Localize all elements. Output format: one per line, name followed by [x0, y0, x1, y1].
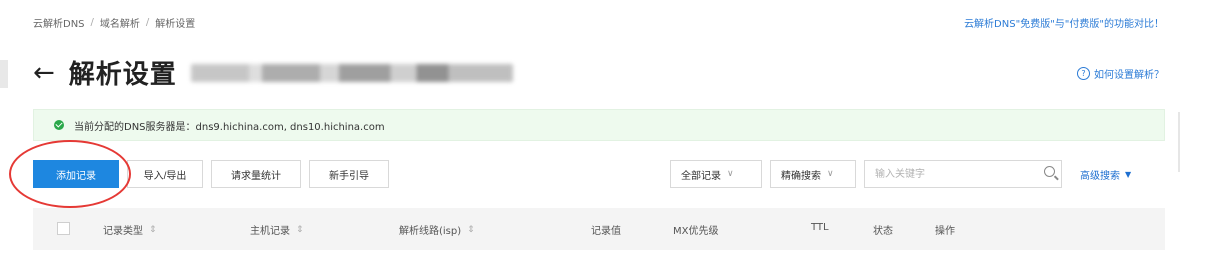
column-mx-priority: MX优先级 — [673, 226, 719, 237]
sort-icon[interactable]: ⇕ — [296, 225, 304, 235]
toolbar: 添加记录 导入/导出 请求量统计 新手引导 全部记录 ∨ 精确搜索 ∨ 高级搜索… — [33, 160, 1180, 190]
column-label: 记录类型 — [103, 226, 143, 237]
breadcrumb-separator: / — [90, 17, 94, 28]
column-status: 状态 — [873, 226, 893, 237]
search-icon[interactable] — [1044, 166, 1055, 177]
advanced-search-label: 高级搜索 — [1080, 171, 1120, 182]
column-label: 解析线路(isp) — [399, 226, 462, 237]
select-all-checkbox[interactable] — [57, 222, 70, 235]
column-actions: 操作 — [935, 226, 955, 237]
breadcrumb-item-current: 解析设置 — [155, 19, 196, 30]
check-circle-icon — [54, 120, 64, 130]
caret-down-icon: ▼ — [1125, 170, 1132, 179]
dropdown-chevron-icon: ∨ — [827, 169, 834, 179]
breadcrumb-item-domain[interactable]: 域名解析 — [100, 15, 140, 30]
search-mode-select[interactable]: 精确搜索 ∨ — [770, 160, 856, 188]
guide-button[interactable]: 新手引导 — [309, 160, 389, 188]
request-stats-button[interactable]: 请求量统计 — [211, 160, 301, 188]
import-export-button[interactable]: 导入/导出 — [127, 160, 203, 188]
domain-name-redacted — [190, 63, 513, 82]
column-record-type[interactable]: 记录类型 ⇕ — [103, 222, 157, 238]
record-filter-value: 全部记录 — [681, 170, 721, 182]
dns-server-text: 当前分配的DNS服务器是：dns9.hichina.com, dns10.hic… — [74, 121, 385, 133]
records-table-header: 记录类型 ⇕ 主机记录 ⇕ 解析线路(isp) ⇕ 记录值 MX优先级 TTL … — [33, 208, 1165, 250]
back-arrow-icon[interactable]: ← — [33, 60, 55, 86]
page-edge-tab — [0, 60, 8, 88]
add-record-button[interactable]: 添加记录 — [33, 160, 119, 188]
help-link[interactable]: ? 如何设置解析？ — [1077, 66, 1164, 81]
dns-server-notice: 当前分配的DNS服务器是：dns9.hichina.com, dns10.hic… — [33, 109, 1165, 141]
page-header: ← 解析设置 — [33, 54, 513, 91]
sort-icon[interactable]: ⇕ — [467, 225, 475, 235]
column-record-value: 记录值 — [591, 226, 621, 237]
column-host-record[interactable]: 主机记录 ⇕ — [250, 222, 304, 238]
keyword-search-input[interactable] — [864, 160, 1062, 188]
plan-comparison-link[interactable]: 云解析DNS"免费版"与"付费版"的功能对比！ — [964, 15, 1164, 30]
column-ttl: TTL — [811, 222, 829, 233]
column-resolution-line[interactable]: 解析线路(isp) ⇕ — [399, 222, 475, 238]
breadcrumb-item-dns[interactable]: 云解析DNS — [33, 15, 85, 30]
record-filter-select[interactable]: 全部记录 ∨ — [670, 160, 762, 188]
search-mode-value: 精确搜索 — [781, 170, 821, 182]
page-title: 解析设置 — [68, 60, 177, 90]
help-link-label: 如何设置解析？ — [1094, 70, 1164, 81]
advanced-search-toggle[interactable]: 高级搜索 ▼ — [1080, 167, 1131, 182]
help-icon: ? — [1077, 67, 1090, 80]
breadcrumb-separator: / — [145, 17, 150, 28]
sort-icon[interactable]: ⇕ — [149, 225, 157, 235]
breadcrumb: 云解析DNS / 域名解析 / 解析设置 — [33, 15, 195, 30]
dropdown-chevron-icon: ∨ — [727, 169, 734, 179]
column-label: 主机记录 — [250, 226, 290, 237]
